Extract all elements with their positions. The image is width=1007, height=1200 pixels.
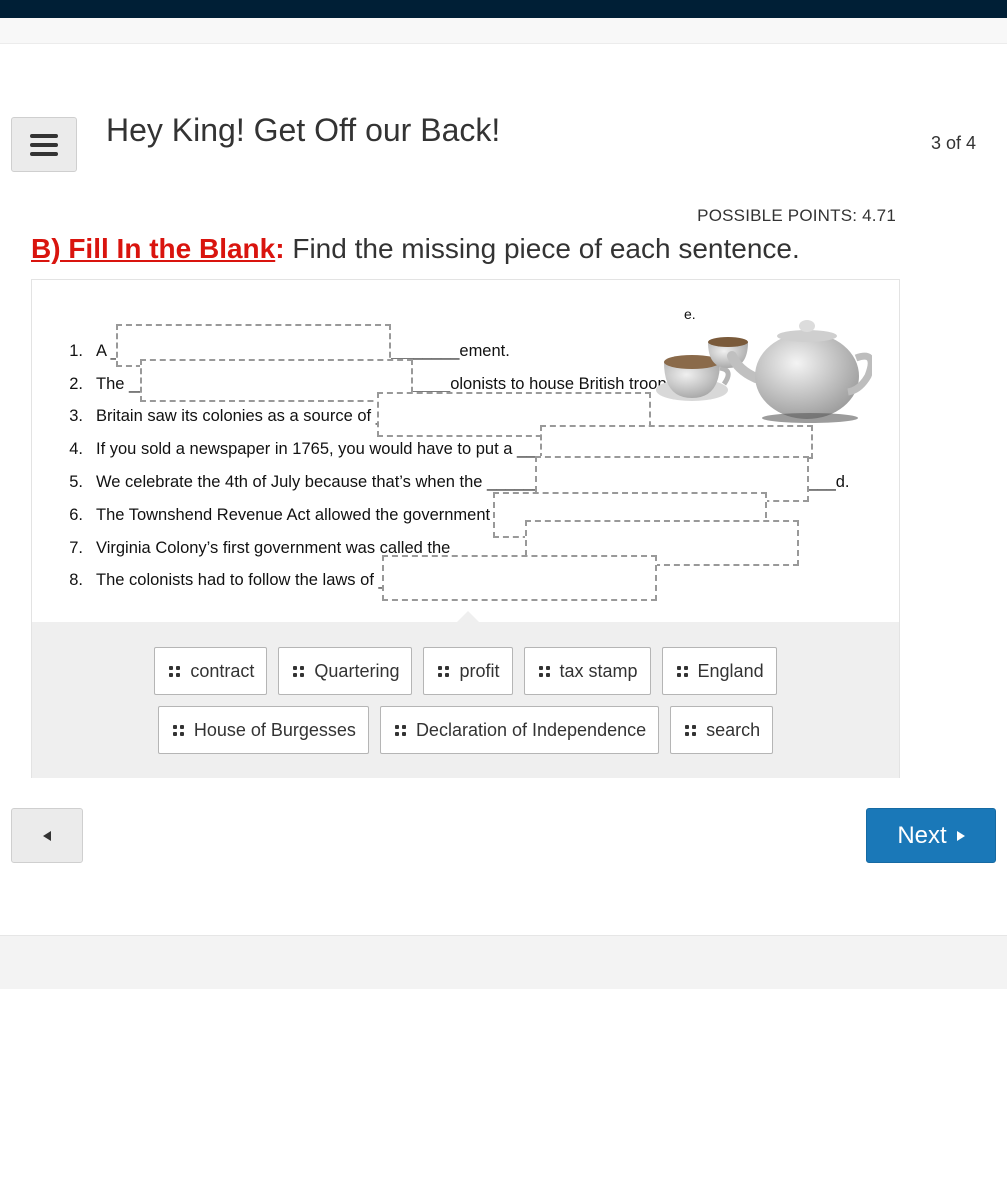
previous-button[interactable] xyxy=(11,808,83,863)
answer-chip[interactable]: contract xyxy=(154,647,268,695)
drag-handle-icon xyxy=(172,724,184,736)
question-text: Find the missing piece of each sentence. xyxy=(284,233,800,264)
drag-handle-icon xyxy=(538,665,550,677)
next-button-label: Next xyxy=(897,821,947,849)
teapot-and-teacups-illustration xyxy=(656,320,872,423)
answer-chip-label: England xyxy=(697,660,764,681)
sentence-text: Britain saw its colonies as a source of … xyxy=(96,407,404,426)
top-bar xyxy=(0,0,1007,18)
answer-chip-label: Quartering xyxy=(314,660,400,681)
sub-bar xyxy=(0,18,1007,44)
word-bank-pointer xyxy=(456,611,480,623)
question-label: B) Fill In the Blank xyxy=(31,233,276,264)
sentence-area: 1.A ____________________________________… xyxy=(32,280,899,622)
answer-chip-label: tax stamp xyxy=(559,660,638,681)
footer-bar xyxy=(0,935,1007,989)
answer-chip[interactable]: tax stamp xyxy=(523,647,651,695)
sentence-text: If you sold a newspaper in 1765, you wou… xyxy=(96,440,545,459)
drag-handle-icon xyxy=(394,724,406,736)
possible-points: POSSIBLE POINTS: 4.71 xyxy=(697,206,896,225)
answer-chip-label: contract xyxy=(190,660,255,681)
page-title: Hey King! Get Off our Back! xyxy=(106,112,501,148)
answer-chip[interactable]: search xyxy=(670,706,774,754)
answer-drop-zone-8[interactable] xyxy=(382,555,657,601)
drag-handle-icon xyxy=(438,665,450,677)
answer-chip-label: House of Burgesses xyxy=(193,719,356,740)
sentence-number: 2. xyxy=(69,374,83,393)
answer-chip-label: search xyxy=(706,719,761,740)
answer-chip[interactable]: House of Burgesses xyxy=(157,706,369,754)
sentence-number: 4. xyxy=(69,440,83,459)
drag-handle-icon xyxy=(293,665,305,677)
sentence-number: 7. xyxy=(69,538,83,557)
next-button[interactable]: Next xyxy=(866,808,996,863)
sentence-text: The Townshend Revenue Act allowed the go… xyxy=(96,505,523,524)
question-label-colon: : xyxy=(275,233,285,264)
menu-button[interactable] xyxy=(11,117,77,172)
sentence-number: 8. xyxy=(69,571,83,590)
answer-chip[interactable]: England xyxy=(661,647,777,695)
drag-handle-icon xyxy=(685,724,697,736)
question-instructions: B) Fill In the Blank: Find the missing p… xyxy=(31,233,800,265)
answer-chip-label: Declaration of Independence xyxy=(415,719,647,740)
answer-chip-label: profit xyxy=(459,660,500,681)
word-bank-row-2: House of Burgesses Declaration of Indepe… xyxy=(32,706,899,754)
sentence-text: The colonists had to follow the laws of … xyxy=(96,571,407,590)
sentence-number: 5. xyxy=(69,473,83,492)
answer-chip[interactable]: Declaration of Independence xyxy=(379,706,660,754)
fill-in-blank-panel: 1.A ____________________________________… xyxy=(31,279,900,778)
right-triangle-icon xyxy=(956,830,965,841)
hamburger-menu-icon xyxy=(30,133,58,156)
answer-drop-zone-4[interactable] xyxy=(540,425,813,459)
left-triangle-icon xyxy=(43,830,51,841)
drag-handle-icon xyxy=(676,665,688,677)
sentence-number: 1. xyxy=(69,341,83,360)
sentence-number: 6. xyxy=(69,505,83,524)
drag-handle-icon xyxy=(169,665,181,677)
answer-drop-zone-2[interactable] xyxy=(140,359,413,402)
sentence-number: 3. xyxy=(69,407,83,426)
word-bank: contract Quartering profit tax stamp Eng… xyxy=(32,622,899,778)
page-counter: 3 of 4 xyxy=(930,133,976,153)
answer-chip[interactable]: profit xyxy=(423,647,513,695)
answer-chip[interactable]: Quartering xyxy=(278,647,413,695)
word-bank-row-1: contract Quartering profit tax stamp Eng… xyxy=(32,647,899,695)
